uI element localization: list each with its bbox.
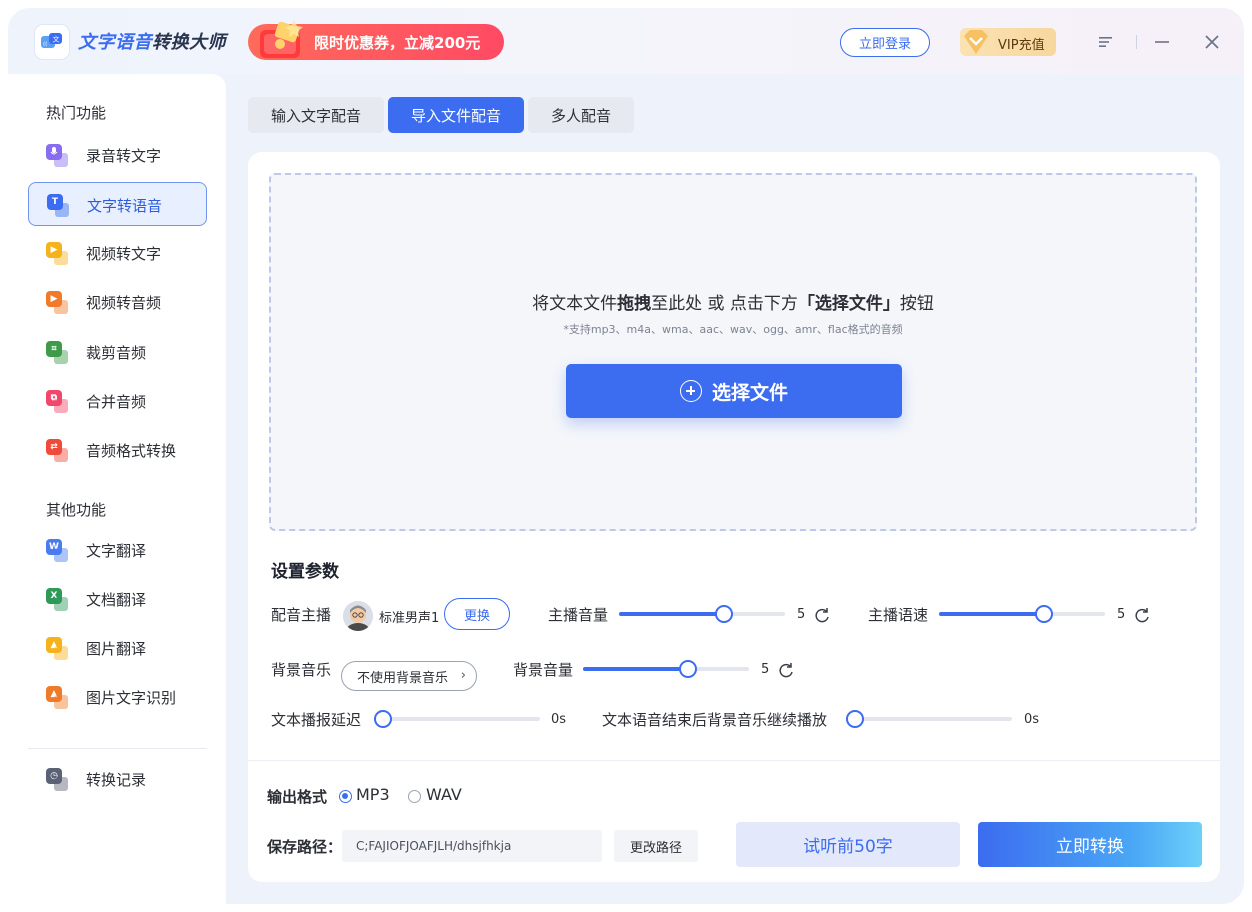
sidebar-item-recording-to-text[interactable]: 录音转文字 <box>28 133 207 177</box>
bgm-volume-label: 背景音量 <box>513 661 574 679</box>
history-icon: ◷ <box>46 768 70 792</box>
reset-icon[interactable] <box>1134 607 1150 623</box>
sidebar-section-other: 其他功能 <box>46 501 107 519</box>
format-mp3-radio[interactable] <box>339 790 352 803</box>
continue-bgm-slider[interactable] <box>846 710 1012 728</box>
bgm-select-button[interactable]: 不使用背景音乐 › <box>341 661 477 691</box>
login-button[interactable]: 立即登录 <box>840 28 930 57</box>
image-icon: ▲ <box>46 686 70 710</box>
sidebar-item-video-to-audio[interactable]: ▶ 视频转音频 <box>28 280 207 324</box>
vip-text: VIP充值 <box>998 38 1045 53</box>
sidebar-item-text-to-speech[interactable]: T 文字转语音 <box>28 182 207 226</box>
output-format-label: 输出格式 <box>267 788 328 806</box>
anchor-volume-value: 5 <box>797 607 806 622</box>
tab-multi-voice[interactable]: 多人配音 <box>528 97 635 133</box>
avatar <box>343 601 373 631</box>
sidebar-section-hot: 热门功能 <box>46 104 107 122</box>
sidebar-item-crop-audio[interactable]: ⌗ 裁剪音频 <box>28 330 207 374</box>
reset-icon[interactable] <box>814 607 830 623</box>
vip-recharge-button[interactable]: VIP充值 <box>960 28 1056 56</box>
convert-button[interactable]: 立即转换 <box>978 822 1202 867</box>
continue-bgm-label: 文本语音结束后背景音乐继续播放 <box>602 711 828 729</box>
format-wav-label[interactable]: WAV <box>426 785 462 804</box>
microphone-icon <box>46 144 70 168</box>
anchor-speed-slider[interactable] <box>939 605 1105 623</box>
slider-knob[interactable] <box>846 710 864 728</box>
gift-icon <box>260 20 303 58</box>
title-bar: 文 (( 文字语音转换大师 限时优惠券，立减200元 立即登录 VIP充值 <box>8 8 1244 74</box>
reset-icon[interactable] <box>778 662 794 678</box>
sidebar-item-video-to-text[interactable]: ▶ 视频转文字 <box>28 231 207 275</box>
excel-x-icon: X <box>46 588 70 612</box>
sidebar-item-image-translate[interactable]: ▲ 图片翻译 <box>28 626 207 670</box>
convert-icon: ⇄ <box>46 439 70 463</box>
bgm-volume-slider[interactable] <box>583 660 749 678</box>
word-w-icon: W <box>46 539 70 563</box>
delay-slider[interactable] <box>374 710 540 728</box>
app-title: 文字语音转换大师 <box>78 32 226 53</box>
promo-text: 限时优惠券，立减200元 <box>314 34 481 52</box>
merge-icon: ⧉ <box>46 390 70 414</box>
voice-name: 标准男声1 <box>379 611 440 626</box>
bgm-label: 背景音乐 <box>271 661 332 679</box>
sidebar-divider <box>28 748 207 749</box>
app-window: 文 (( 文字语音转换大师 限时优惠券，立减200元 立即登录 VIP充值 热门… <box>8 8 1244 904</box>
chevron-right-icon: › <box>460 668 466 683</box>
sidebar-item-text-translate[interactable]: W 文字翻译 <box>28 528 207 572</box>
sidebar-item-merge-audio[interactable]: ⧉ 合并音频 <box>28 379 207 423</box>
save-path-field[interactable]: C;FAJIOFJOAFJLH/dhsjfhkja <box>342 830 602 862</box>
play-icon: ▶ <box>46 242 70 266</box>
image-icon: ▲ <box>46 637 70 661</box>
plus-circle-icon <box>679 380 702 402</box>
crop-icon: ⌗ <box>46 341 70 365</box>
vip-diamond-icon <box>964 30 988 54</box>
file-dropzone[interactable]: 将文本文件拖拽至此处 或 点击下方「选择文件」按钮 *支持mp3、m4a、wma… <box>269 173 1197 531</box>
sidebar-item-history[interactable]: ◷ 转换记录 <box>28 757 207 801</box>
promo-banner[interactable]: 限时优惠券，立减200元 <box>248 20 504 60</box>
tab-import-file[interactable]: 导入文件配音 <box>388 97 525 133</box>
delay-label: 文本播报延迟 <box>271 711 362 729</box>
continue-bgm-value: 0s <box>1024 712 1040 727</box>
titlebar-separator <box>1136 35 1137 49</box>
format-mp3-label[interactable]: MP3 <box>356 785 390 804</box>
slider-knob[interactable] <box>1035 605 1053 623</box>
voice-label: 配音主播 <box>271 606 332 624</box>
choose-file-button[interactable]: 选择文件 <box>566 364 902 418</box>
anchor-volume-label: 主播音量 <box>548 606 609 624</box>
preview-button[interactable]: 试听前50字 <box>736 822 960 867</box>
play-icon: ▶ <box>46 291 70 315</box>
anchor-speed-value: 5 <box>1117 607 1126 622</box>
text-t-icon: T <box>47 194 71 218</box>
minimize-icon[interactable] <box>1150 30 1174 54</box>
main-panel: 将文本文件拖拽至此处 或 点击下方「选择文件」按钮 *支持mp3、m4a、wma… <box>248 152 1220 882</box>
format-wav-radio[interactable] <box>408 790 421 803</box>
close-icon[interactable] <box>1200 30 1224 54</box>
svg-text:((: (( <box>43 42 47 48</box>
menu-icon[interactable] <box>1094 30 1118 54</box>
sidebar-item-image-ocr[interactable]: ▲ 图片文字识别 <box>28 675 207 719</box>
change-path-button[interactable]: 更改路径 <box>614 830 698 862</box>
mode-tabs: 输入文字配音 导入文件配音 多人配音 <box>248 97 635 133</box>
anchor-volume-slider[interactable] <box>619 605 785 623</box>
change-voice-button[interactable]: 更换 <box>444 598 510 630</box>
dropzone-title: 将文本文件拖拽至此处 或 点击下方「选择文件」按钮 <box>532 294 934 314</box>
anchor-speed-label: 主播语速 <box>868 606 929 624</box>
settings-title: 设置参数 <box>271 562 339 582</box>
svg-text:文: 文 <box>53 35 60 44</box>
app-logo-icon: 文 (( <box>34 24 70 60</box>
panel-divider <box>248 760 1220 761</box>
slider-knob[interactable] <box>374 710 392 728</box>
delay-value: 0s <box>551 712 567 727</box>
bgm-volume-value: 5 <box>761 662 770 677</box>
sidebar: 热门功能 录音转文字 T 文字转语音 ▶ 视频转文字 ▶ 视频转音频 ⌗ 裁剪音… <box>8 74 226 904</box>
save-path-label: 保存路径： <box>267 838 343 856</box>
slider-knob[interactable] <box>715 605 733 623</box>
tab-input-text[interactable]: 输入文字配音 <box>248 97 385 133</box>
dropzone-subtitle: *支持mp3、m4a、wma、aac、wav、ogg、amr、flac格式的音频 <box>563 323 903 336</box>
sidebar-item-document-translate[interactable]: X 文档翻译 <box>28 577 207 621</box>
sidebar-item-audio-format-convert[interactable]: ⇄ 音频格式转换 <box>28 428 207 472</box>
slider-knob[interactable] <box>679 660 697 678</box>
